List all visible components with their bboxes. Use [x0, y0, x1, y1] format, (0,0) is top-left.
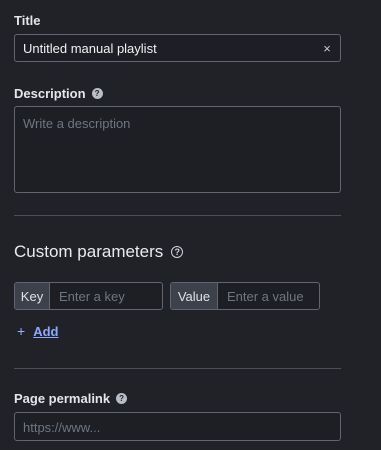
- custom-parameters-heading: Custom parameters ?: [14, 242, 184, 262]
- description-placeholder: Write a description: [23, 116, 131, 131]
- value-tag: Value: [171, 283, 218, 309]
- permalink-label-text: Page permalink: [14, 391, 111, 406]
- plus-icon: +: [17, 323, 26, 339]
- help-icon[interactable]: ?: [91, 88, 103, 99]
- parameter-key-input[interactable]: Key Enter a key: [14, 282, 163, 310]
- title-input[interactable]: Untitled manual playlist ×: [14, 34, 341, 62]
- description-textarea[interactable]: Write a description: [14, 106, 341, 193]
- value-placeholder: Enter a value: [227, 288, 304, 304]
- divider: [14, 368, 341, 369]
- help-icon[interactable]: ?: [116, 393, 128, 404]
- add-parameter-label[interactable]: Add: [33, 324, 58, 339]
- custom-parameters-heading-text: Custom parameters: [14, 242, 164, 261]
- title-input-value[interactable]: Untitled manual playlist: [15, 41, 314, 56]
- permalink-input[interactable]: https://www...: [14, 412, 341, 441]
- key-tag: Key: [15, 283, 50, 309]
- playlist-settings-panel: Title Untitled manual playlist × Descrip…: [0, 0, 381, 450]
- permalink-placeholder: https://www...: [23, 420, 101, 435]
- title-label: Title: [14, 13, 41, 28]
- description-label-text: Description: [14, 86, 86, 101]
- clear-icon[interactable]: ×: [314, 41, 340, 56]
- description-label: Description ?: [14, 86, 103, 101]
- divider: [14, 215, 341, 216]
- permalink-label: Page permalink ?: [14, 391, 128, 406]
- title-label-text: Title: [14, 13, 41, 28]
- parameter-value-input[interactable]: Value Enter a value: [170, 282, 320, 310]
- help-icon[interactable]: ?: [171, 246, 184, 258]
- key-placeholder: Enter a key: [59, 288, 125, 304]
- add-parameter-button[interactable]: + Add: [17, 323, 58, 339]
